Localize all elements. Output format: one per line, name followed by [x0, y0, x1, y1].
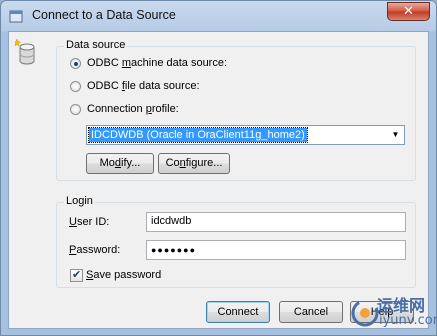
- dialog-client-area: Data source ODBC machine data source: OD…: [8, 31, 429, 329]
- window-title-icon: [9, 10, 23, 23]
- data-source-group: Data source ODBC machine data source: OD…: [56, 39, 416, 181]
- radio-connection-profile-label: Connection profile:: [87, 103, 179, 115]
- modify-button[interactable]: Modify...: [86, 153, 154, 174]
- connection-profile-dropdown[interactable]: IDCDWDB (Oracle in OraClient11g_home2) ▼: [86, 125, 405, 145]
- radio-odbc-file-button[interactable]: [70, 81, 81, 92]
- password-field[interactable]: ●●●●●●●: [146, 240, 406, 260]
- cancel-button[interactable]: Cancel: [279, 301, 343, 323]
- user-id-field[interactable]: idcdwdb: [146, 212, 406, 232]
- radio-odbc-machine-button[interactable]: [70, 58, 81, 69]
- configure-button[interactable]: Configure...: [158, 153, 230, 174]
- connect-dialog-window: Connect to a Data Source ✕ Data source O…: [0, 0, 437, 336]
- checkmark-icon: ✔: [72, 268, 82, 281]
- radio-odbc-file-label: ODBC file data source:: [87, 80, 200, 92]
- password-label: Password:: [69, 244, 121, 256]
- watermark-logo: 运维网 iyunv.com: [349, 290, 437, 336]
- window-title: Connect to a Data Source: [32, 8, 176, 22]
- watermark-swirl-icon: [351, 299, 379, 327]
- connection-profile-value: IDCDWDB (Oracle in OraClient11g_home2): [88, 127, 308, 143]
- login-group: Login User ID: idcdwdb Password: ●●●●●●●…: [56, 195, 416, 288]
- connect-button[interactable]: Connect: [206, 301, 270, 323]
- chevron-down-icon[interactable]: ▼: [387, 126, 404, 144]
- data-source-group-label: Data source: [64, 39, 128, 51]
- close-button[interactable]: ✕: [387, 2, 430, 21]
- database-icon: [15, 38, 35, 65]
- login-group-label: Login: [64, 195, 95, 207]
- save-password-label[interactable]: Save password: [86, 269, 161, 281]
- radio-odbc-machine-label: ODBC machine data source:: [87, 57, 228, 69]
- save-password-checkbox[interactable]: ✔: [70, 268, 83, 282]
- close-icon: ✕: [403, 4, 414, 19]
- radio-connection-profile-button[interactable]: [70, 104, 81, 115]
- title-bar[interactable]: Connect to a Data Source ✕: [1, 1, 436, 31]
- user-id-label: User ID:: [69, 216, 110, 228]
- watermark-text-url: iyunv.com: [379, 313, 437, 328]
